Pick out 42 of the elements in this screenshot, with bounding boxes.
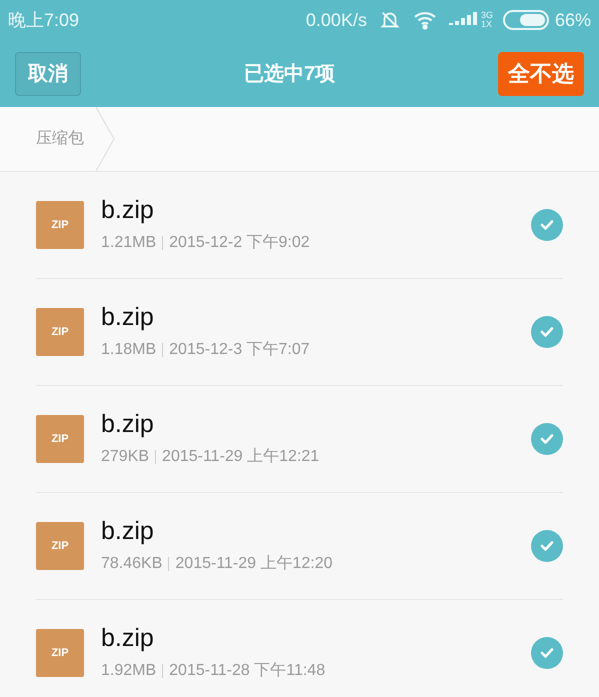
toolbar-title: 已选中7项	[244, 62, 336, 86]
cancel-button[interactable]: 取消	[15, 52, 81, 96]
zip-file-icon: ZIP	[36, 308, 84, 356]
file-date: 2015-12-2 下午9:02	[169, 233, 310, 253]
file-size: 1.18MB	[101, 340, 156, 360]
file-size: 1.21MB	[101, 233, 156, 253]
file-size: 279KB	[101, 447, 150, 467]
check-icon	[540, 540, 554, 552]
check-icon	[540, 433, 554, 445]
file-size: 78.46KB	[101, 554, 162, 574]
network-speed: 0.00K/s	[306, 8, 367, 32]
check-icon	[540, 647, 554, 659]
network-type: 3G	[480, 11, 493, 20]
file-name: b.zip	[101, 623, 155, 653]
file-name: b.zip	[101, 302, 155, 332]
file-name: b.zip	[101, 516, 155, 546]
selection-checkbox[interactable]	[531, 209, 563, 241]
deselect-all-button[interactable]: 全不选	[498, 52, 584, 96]
selection-checkbox[interactable]	[531, 530, 563, 562]
file-date: 2015-11-28 下午11:48	[169, 661, 326, 681]
file-date: 2015-11-29 上午12:21	[162, 446, 320, 467]
network-type: 1X	[480, 20, 493, 29]
breadcrumb-item[interactable]: 压缩包	[0, 127, 94, 151]
file-name: b.zip	[101, 195, 155, 225]
clock-time: 晚上7:09	[8, 8, 80, 32]
check-icon	[540, 219, 554, 231]
muted-bell-icon	[378, 9, 401, 31]
file-date: 2015-12-3 下午7:07	[169, 340, 310, 360]
battery-icon	[502, 10, 549, 30]
zip-file-icon: ZIP	[36, 201, 84, 249]
zip-file-icon: ZIP	[36, 629, 84, 677]
battery-percent: 66%	[554, 8, 591, 32]
check-icon	[540, 326, 554, 338]
selection-checkbox[interactable]	[531, 316, 563, 348]
file-size: 1.92MB	[101, 661, 156, 681]
selection-checkbox[interactable]	[531, 637, 563, 669]
file-date: 2015-11-29 上午12:20	[175, 554, 333, 574]
wifi-icon	[412, 10, 437, 30]
file-name: b.zip	[101, 409, 155, 439]
zip-file-icon: ZIP	[36, 415, 84, 463]
zip-file-icon: ZIP	[36, 522, 84, 570]
selection-checkbox[interactable]	[531, 423, 563, 455]
